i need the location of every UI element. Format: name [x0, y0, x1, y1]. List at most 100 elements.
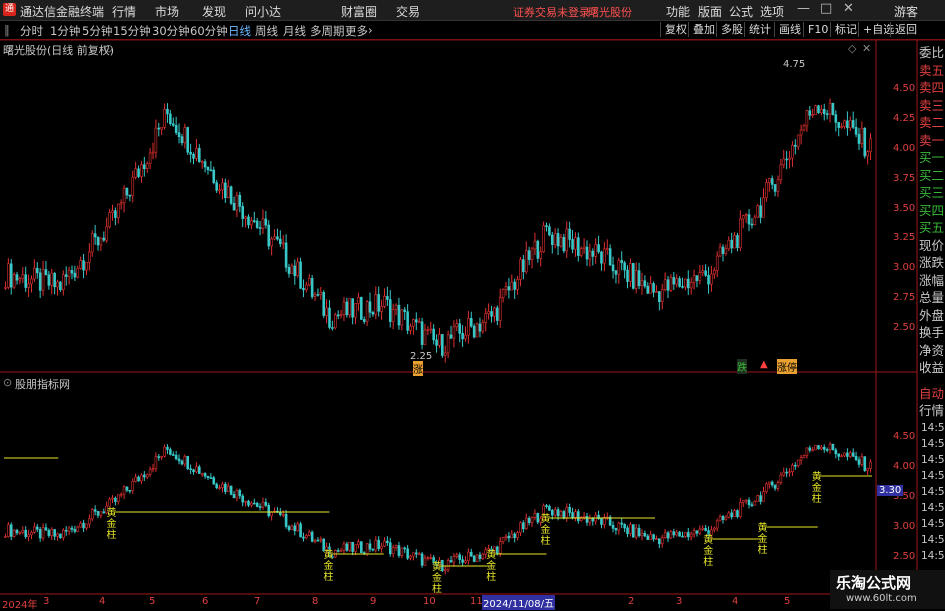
- candle-body: [394, 304, 398, 310]
- candle-body: [620, 522, 624, 525]
- candle-body: [247, 500, 250, 506]
- candle-body: [796, 134, 800, 147]
- candle-body: [7, 263, 10, 288]
- candle-body: [307, 278, 311, 286]
- candle-body: [148, 152, 152, 164]
- candle-body: [85, 262, 88, 271]
- candle-body: [417, 553, 421, 556]
- candle-body: [12, 529, 16, 537]
- candle-body: [704, 527, 707, 531]
- candle-body: [689, 533, 693, 538]
- candle-body: [365, 543, 369, 555]
- candle-body: [481, 322, 485, 332]
- candle-body: [62, 274, 65, 291]
- quote-label: 买五: [919, 220, 945, 235]
- candle-body: [9, 524, 13, 537]
- candle-body: [336, 314, 340, 317]
- candle-body: [715, 255, 719, 271]
- candle-body: [698, 528, 702, 534]
- candle-body: [666, 279, 670, 291]
- quote-label: 卖五: [919, 62, 945, 78]
- candle-body: [119, 202, 123, 205]
- tab-quote[interactable]: 行情: [919, 402, 944, 419]
- candle-body: [767, 178, 771, 183]
- candle-body: [507, 535, 511, 539]
- candle-body: [212, 477, 216, 485]
- candle-body: [47, 274, 51, 286]
- indicator-panel-title: 股朋指标网: [15, 378, 70, 391]
- candle-body: [157, 456, 161, 458]
- candle-body: [814, 105, 817, 115]
- tab-auto[interactable]: 自动: [919, 385, 944, 402]
- candle-body: [469, 551, 473, 557]
- candle-body: [736, 235, 739, 248]
- candle-body: [571, 512, 574, 518]
- signal-lines: [4, 457, 872, 567]
- candle-body: [455, 323, 459, 328]
- candle-body: [805, 110, 809, 127]
- candle-body: [360, 296, 363, 320]
- candle-body: [840, 455, 843, 458]
- candle-body: [750, 504, 754, 507]
- candle-body: [403, 547, 407, 550]
- quote-label: 买二: [919, 167, 945, 183]
- candle-body: [851, 120, 855, 128]
- candle-body: [226, 485, 230, 492]
- candle-body: [232, 202, 236, 211]
- candle-body: [44, 527, 48, 531]
- candle-body: [409, 325, 412, 331]
- candle-body: [160, 455, 163, 458]
- candle-body: [203, 161, 207, 168]
- candle-body: [53, 272, 56, 288]
- candle-body: [539, 251, 543, 259]
- candle-body: [221, 182, 224, 191]
- candle-body: [710, 273, 713, 285]
- candle-body: [221, 483, 224, 488]
- candle-body: [351, 541, 354, 552]
- candle-body: [183, 456, 187, 465]
- candle-body: [122, 187, 126, 204]
- diamond-icon[interactable]: ◇: [848, 42, 856, 55]
- candle-body: [371, 548, 375, 551]
- candle-body: [224, 483, 227, 492]
- candle-body: [177, 458, 181, 462]
- candle-body: [582, 516, 586, 518]
- quote-label: 卖三: [919, 97, 945, 113]
- candle-body: [608, 248, 612, 266]
- candle-body: [692, 275, 696, 283]
- indicator-settings-icon[interactable]: ⊙: [3, 376, 12, 389]
- quote-label: 买四: [919, 202, 945, 218]
- candle-body: [756, 495, 760, 502]
- candle-body: [218, 189, 221, 192]
- candle-body: [354, 544, 357, 552]
- candle-body: [493, 307, 496, 317]
- candle-body: [342, 543, 346, 551]
- candle-body: [56, 533, 59, 537]
- candle-body: [261, 501, 265, 508]
- signal-label: 黄金柱: [323, 550, 334, 583]
- candle-body: [762, 491, 765, 502]
- candle-body: [198, 148, 201, 162]
- candle-body: [33, 267, 36, 280]
- trade-time: 14:56: [921, 422, 945, 434]
- trade-time: 14:56: [921, 470, 945, 482]
- candle-body: [420, 553, 424, 566]
- candle-body: [791, 464, 794, 472]
- chart-canvas[interactable]: [0, 0, 945, 609]
- candle-body: [163, 446, 166, 457]
- candle-body: [73, 529, 77, 532]
- candle-body: [701, 527, 705, 530]
- candle-body: [666, 532, 670, 539]
- quote-label: 净资: [919, 342, 945, 358]
- candle-body: [458, 323, 462, 334]
- close-panel-icon[interactable]: ✕: [862, 42, 871, 55]
- candle-body: [18, 278, 22, 281]
- candle-body: [848, 120, 852, 129]
- candle-body: [548, 505, 551, 511]
- candle-body: [93, 509, 97, 512]
- candle-body: [770, 178, 774, 185]
- candle-body: [258, 227, 262, 229]
- candle-body: [41, 527, 45, 539]
- settings-icon[interactable]: ⊙: [104, 42, 113, 55]
- candle-body: [791, 144, 794, 159]
